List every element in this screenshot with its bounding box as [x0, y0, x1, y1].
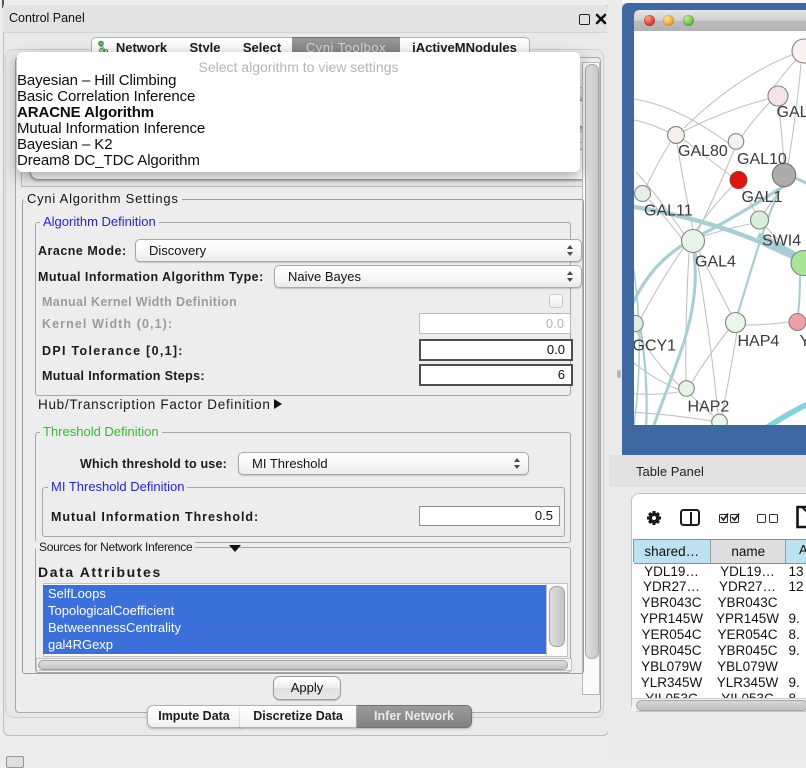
svg-text:HAP2: HAP2 — [688, 399, 730, 416]
svg-text:GAL4: GAL4 — [695, 254, 736, 271]
svg-text:SWI4: SWI4 — [762, 233, 801, 250]
svg-text:GAL80: GAL80 — [678, 143, 728, 160]
svg-text:GCY1: GCY1 — [634, 338, 676, 355]
svg-text:Y: Y — [800, 333, 806, 350]
svg-text:GAL10: GAL10 — [737, 151, 787, 168]
svg-text:GAL11: GAL11 — [644, 203, 693, 220]
svg-text:GAL7: GAL7 — [777, 104, 806, 121]
svg-text:GAL1: GAL1 — [742, 189, 783, 206]
svg-text:HAP4: HAP4 — [738, 333, 780, 350]
